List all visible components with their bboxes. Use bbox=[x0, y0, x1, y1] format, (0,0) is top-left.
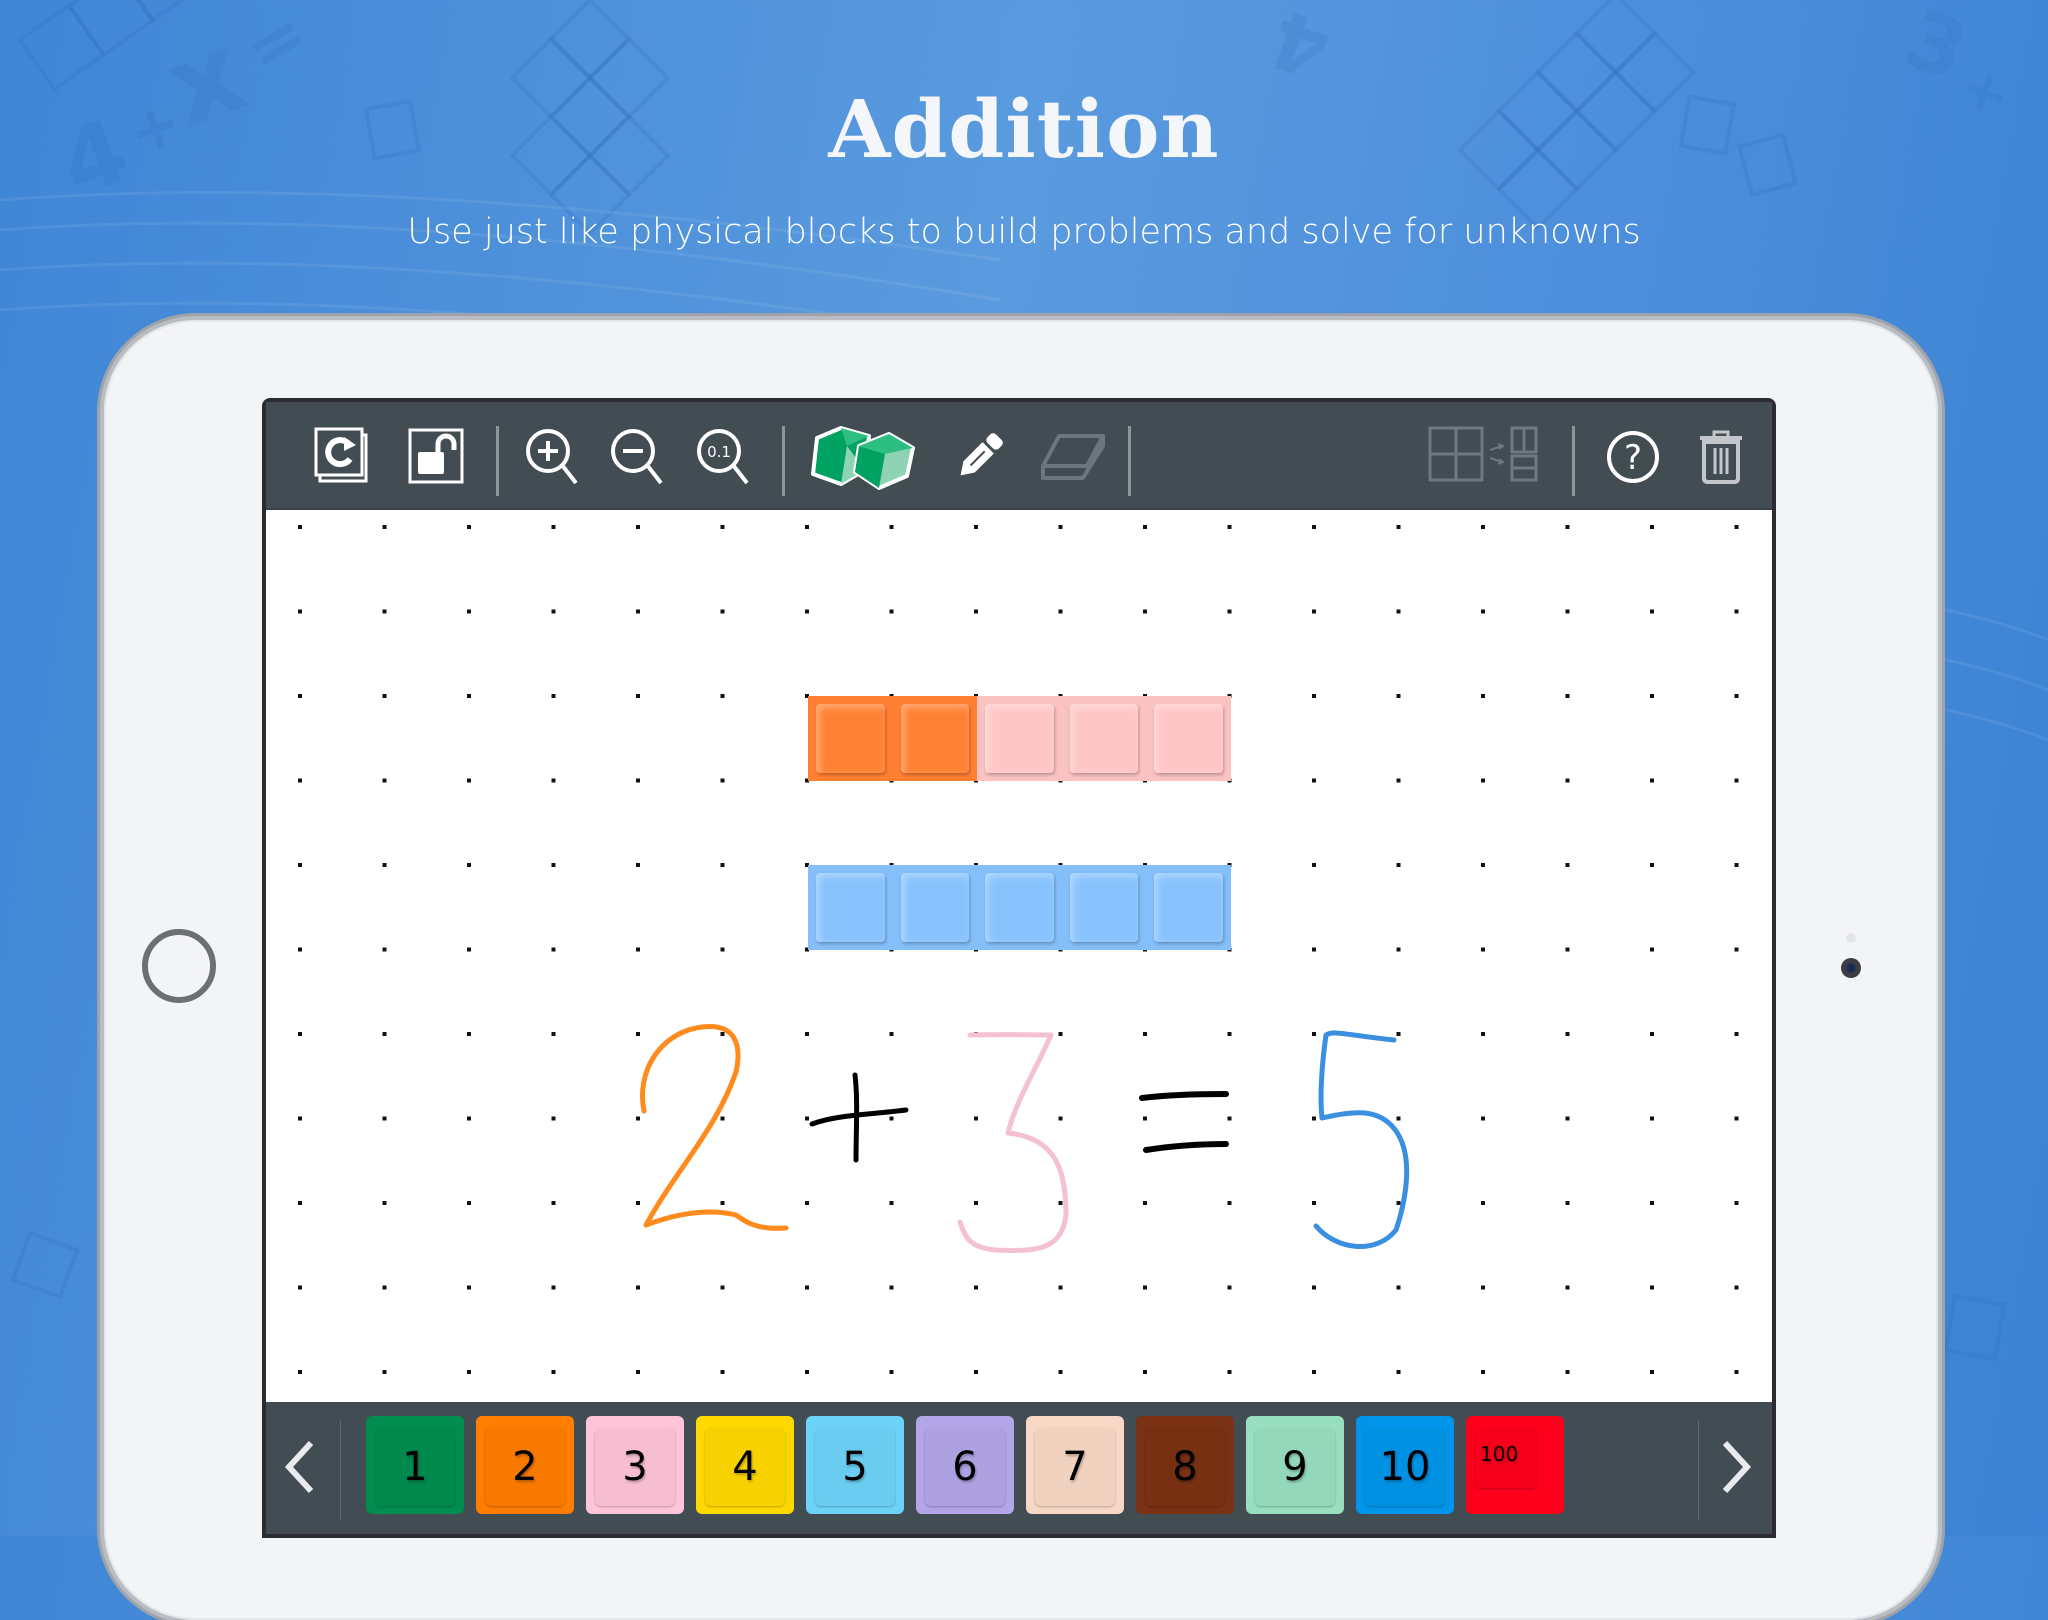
eraser-button[interactable] bbox=[1034, 426, 1110, 488]
help-icon: ? bbox=[1607, 431, 1659, 483]
app-window: 0.1 ? 1 2 3 4 5 6 7 8 9 10 100 bbox=[262, 398, 1776, 1538]
rod-button-1[interactable]: 1 bbox=[366, 1416, 464, 1514]
rod-button-5[interactable]: 5 bbox=[806, 1416, 904, 1514]
handwritten-equals bbox=[1139, 1091, 1229, 1153]
reset-button[interactable] bbox=[312, 426, 372, 486]
toolbar-divider bbox=[1128, 426, 1131, 496]
reset-icon bbox=[314, 427, 368, 483]
rod-button-3[interactable]: 3 bbox=[586, 1416, 684, 1514]
rod-label: 5 bbox=[842, 1444, 868, 1490]
tray-next-button[interactable] bbox=[1706, 1432, 1766, 1502]
pencil-button[interactable] bbox=[948, 426, 1010, 488]
handwritten-equation[interactable] bbox=[266, 510, 1772, 1402]
rod-label: 3 bbox=[622, 1444, 648, 1490]
zoom-tenth-icon: 0.1 bbox=[697, 429, 749, 485]
rod-tray: 1 2 3 4 5 6 7 8 9 10 100 bbox=[266, 1402, 1772, 1534]
rod-button-2[interactable]: 2 bbox=[476, 1416, 574, 1514]
rod-button-7[interactable]: 7 bbox=[1026, 1416, 1124, 1514]
zoom-in-button[interactable] bbox=[521, 424, 583, 490]
blocks-tool-button[interactable] bbox=[806, 422, 922, 492]
rod-label: 9 bbox=[1282, 1444, 1308, 1490]
rod-button-8[interactable]: 8 bbox=[1136, 1416, 1234, 1514]
zoom-out-button[interactable] bbox=[606, 424, 668, 490]
handwritten-digit-3 bbox=[957, 1032, 1069, 1254]
chevron-left-icon bbox=[284, 1440, 314, 1494]
tray-divider bbox=[340, 1420, 341, 1520]
rod-button-9[interactable]: 9 bbox=[1246, 1416, 1344, 1514]
tray-divider bbox=[1698, 1420, 1699, 1520]
split-button[interactable] bbox=[1426, 424, 1542, 486]
split-grid-icon bbox=[1428, 426, 1538, 482]
toolbar: 0.1 ? bbox=[266, 402, 1772, 510]
zoom-out-icon bbox=[611, 429, 663, 485]
rod-label: 4 bbox=[732, 1444, 758, 1490]
rod-label: 10 bbox=[1379, 1444, 1431, 1490]
toolbar-divider bbox=[782, 426, 785, 496]
rod-button-4[interactable]: 4 bbox=[696, 1416, 794, 1514]
trash-icon bbox=[1700, 430, 1742, 484]
page-subtitle: Use just like physical blocks to build p… bbox=[407, 212, 1641, 252]
workspace-canvas[interactable] bbox=[266, 510, 1772, 1402]
pencil-icon bbox=[960, 433, 1003, 476]
lock-button[interactable] bbox=[406, 426, 466, 486]
handwritten-plus bbox=[809, 1072, 909, 1163]
toolbar-divider bbox=[1572, 426, 1575, 496]
trash-button[interactable] bbox=[1690, 424, 1752, 490]
rod-label: 1 bbox=[402, 1444, 428, 1490]
rod-button-10[interactable]: 10 bbox=[1356, 1416, 1454, 1514]
rod-label: 7 bbox=[1062, 1444, 1088, 1490]
toolbar-divider bbox=[496, 426, 499, 496]
chevron-right-icon bbox=[1722, 1440, 1752, 1494]
rod-label: 2 bbox=[512, 1444, 538, 1490]
rod-label: 8 bbox=[1172, 1444, 1198, 1490]
handwritten-digit-2 bbox=[640, 1024, 789, 1231]
svg-text:?: ? bbox=[1624, 438, 1642, 478]
help-button[interactable]: ? bbox=[1602, 426, 1664, 488]
unlock-icon bbox=[408, 428, 464, 484]
svg-text:=: = bbox=[230, 0, 322, 92]
rod-label: 100 bbox=[1480, 1442, 1519, 1466]
front-camera bbox=[1841, 958, 1861, 978]
rod-label: 6 bbox=[952, 1444, 978, 1490]
zoom-tenth-label: 0.1 bbox=[707, 443, 731, 461]
handwritten-digit-5 bbox=[1313, 1030, 1410, 1250]
rod-button-6[interactable]: 6 bbox=[916, 1416, 1014, 1514]
zoom-in-icon bbox=[526, 429, 578, 485]
tray-prev-button[interactable] bbox=[270, 1432, 330, 1502]
proximity-sensor bbox=[1846, 933, 1856, 943]
blocks-icon bbox=[811, 426, 915, 490]
eraser-icon bbox=[1041, 434, 1105, 480]
page-title: Addition bbox=[828, 82, 1220, 176]
rod-button-100[interactable]: 100 bbox=[1466, 1416, 1564, 1514]
zoom-tenth-button[interactable]: 0.1 bbox=[692, 424, 754, 490]
home-button[interactable] bbox=[142, 929, 216, 1003]
